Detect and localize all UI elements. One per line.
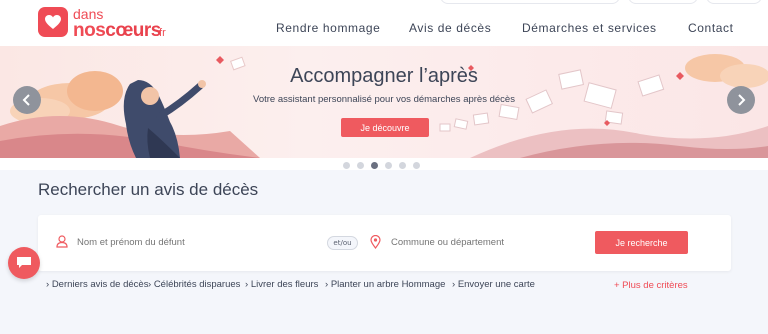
carousel-prev-button[interactable] xyxy=(13,86,41,114)
person-icon xyxy=(56,235,68,248)
search-button[interactable]: Je recherche xyxy=(595,231,688,254)
link-fleurs[interactable]: › Livrer des fleurs xyxy=(245,279,318,290)
nav-rendre-hommage[interactable]: Rendre hommage xyxy=(276,21,380,35)
discover-button[interactable]: Je découvre xyxy=(341,118,429,137)
link-label: Livrer des fleurs xyxy=(250,279,319,290)
carousel-dot[interactable] xyxy=(399,162,406,169)
link-label: Envoyer une carte xyxy=(457,279,535,290)
carousel-dot[interactable] xyxy=(385,162,392,169)
top-utility-tab[interactable] xyxy=(628,0,698,4)
logo-text-noscoeurs: noscœurs xyxy=(73,20,161,42)
logo-text-nos: nos xyxy=(73,20,106,41)
banner-title: Accompagner l’après xyxy=(290,65,478,87)
chat-button[interactable] xyxy=(8,247,40,279)
link-label: Derniers avis de décès xyxy=(51,279,149,290)
logo-tld: .fr xyxy=(156,27,166,39)
chat-bubble-icon xyxy=(17,257,31,268)
link-label: Planter un arbre Hommage xyxy=(330,279,446,290)
hero-banner: Accompagner l’après Votre assistant pers… xyxy=(0,46,768,158)
chevron-left-icon xyxy=(22,94,30,106)
nav-demarches-services[interactable]: Démarches et services xyxy=(522,21,657,35)
carousel-dots xyxy=(343,162,420,169)
and-or-connector: et/ou xyxy=(327,236,358,250)
link-celebrites[interactable]: › Célébrités disparues xyxy=(148,279,240,290)
place-search-input[interactable] xyxy=(391,233,581,251)
nav-contact[interactable]: Contact xyxy=(688,21,734,35)
link-carte[interactable]: › Envoyer une carte xyxy=(452,279,535,290)
top-utility-tab[interactable] xyxy=(706,0,762,4)
carousel-next-button[interactable] xyxy=(727,86,755,114)
carousel-dot[interactable] xyxy=(357,162,364,169)
heart-icon xyxy=(38,7,68,37)
location-pin-icon xyxy=(370,235,381,249)
link-arbre[interactable]: › Planter un arbre Hommage xyxy=(325,279,445,290)
site-logo[interactable]: dans noscœurs .fr xyxy=(38,6,168,42)
carousel-dot[interactable] xyxy=(413,162,420,169)
top-utility-tab[interactable] xyxy=(440,0,620,4)
search-title: Rechercher un avis de décès xyxy=(38,180,259,199)
site-header: dans noscœurs .fr Rendre hommage Avis de… xyxy=(0,0,768,46)
link-derniers-avis[interactable]: › Derniers avis de décès xyxy=(46,279,148,290)
name-search-input[interactable] xyxy=(77,233,307,251)
logo-text-coeurs: cœurs xyxy=(105,20,161,41)
banner-subtitle: Votre assistant personnalisé pour vos dé… xyxy=(253,94,515,105)
nav-avis-de-deces[interactable]: Avis de décès xyxy=(409,21,491,35)
link-label: Célébrités disparues xyxy=(153,279,241,290)
more-criteria-link[interactable]: + Plus de critères xyxy=(614,280,688,291)
carousel-dot[interactable] xyxy=(343,162,350,169)
chevron-right-icon xyxy=(738,94,746,106)
carousel-dot-active[interactable] xyxy=(371,162,378,169)
